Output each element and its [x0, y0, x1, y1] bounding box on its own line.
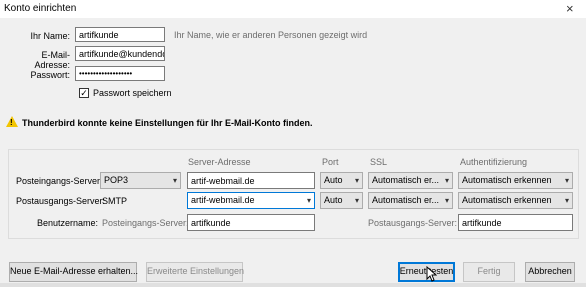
mouse-cursor-icon	[426, 266, 437, 282]
remember-password-checkbox[interactable]: ✓	[79, 88, 89, 98]
remember-password-label: Passwort speichern	[93, 88, 172, 98]
bottom-edge	[0, 283, 586, 287]
incoming-protocol-select[interactable]: POP3 ▾	[100, 172, 181, 189]
chevron-down-icon: ▾	[444, 176, 449, 185]
username-outgoing-input[interactable]: artifkunde	[458, 214, 573, 231]
close-icon[interactable]: ×	[566, 1, 574, 16]
password-label: Passwort:	[30, 70, 70, 80]
chevron-down-icon: ▾	[564, 196, 569, 205]
window-title: Konto einrichten	[4, 3, 77, 14]
incoming-server-address-input[interactable]: artif-webmail.de	[187, 172, 315, 189]
chevron-down-icon: ▾	[444, 196, 449, 205]
outgoing-server-address-combobox[interactable]: artif-webmail.de ▾	[187, 192, 315, 209]
header-server-address: Server-Adresse	[188, 157, 251, 167]
warning-exclamation: !	[10, 118, 13, 127]
outgoing-protocol-label: SMTP	[102, 196, 128, 206]
header-port: Port	[322, 157, 339, 167]
new-email-button[interactable]: Neue E-Mail-Adresse erhalten...	[9, 262, 138, 282]
warning-message: Thunderbird konnte keine Einstellungen f…	[22, 118, 313, 128]
email-label: E-Mail-Adresse:	[34, 50, 70, 70]
username-outgoing-label: Postausgangs-Server:	[368, 218, 458, 228]
incoming-ssl-select[interactable]: Automatisch er... ▾	[368, 172, 453, 189]
chevron-down-icon: ▾	[306, 196, 311, 205]
password-input[interactable]: •••••••••••••••••••	[75, 66, 165, 81]
name-label: Ihr Name:	[30, 31, 70, 41]
advanced-settings-button[interactable]: Erweiterte Einstellungen	[146, 262, 244, 282]
email-input[interactable]: artifkunde@kundendo	[75, 46, 165, 61]
incoming-auth-select[interactable]: Automatisch erkennen ▾	[458, 172, 573, 189]
incoming-port-select[interactable]: Auto ▾	[320, 172, 363, 189]
chevron-down-icon: ▾	[354, 176, 359, 185]
username-label: Benutzername:	[37, 218, 99, 228]
chevron-down-icon: ▾	[172, 176, 177, 185]
outgoing-server-label: Postausgangs-Server:	[16, 196, 106, 206]
title-bar	[0, 0, 586, 18]
outgoing-auth-select[interactable]: Automatisch erkennen ▾	[458, 192, 573, 209]
outgoing-ssl-select[interactable]: Automatisch er... ▾	[368, 192, 453, 209]
username-incoming-input[interactable]: artifkunde	[187, 214, 315, 231]
cancel-button[interactable]: Abbrechen	[525, 262, 575, 282]
done-button[interactable]: Fertig	[463, 262, 515, 282]
outgoing-port-select[interactable]: Auto ▾	[320, 192, 363, 209]
username-incoming-label: Posteingangs-Server:	[102, 218, 189, 228]
chevron-down-icon: ▾	[354, 196, 359, 205]
name-input[interactable]: artifkunde	[75, 27, 165, 42]
incoming-server-label: Posteingangs-Server:	[16, 176, 103, 186]
name-hint: Ihr Name, wie er anderen Personen gezeig…	[174, 30, 368, 40]
chevron-down-icon: ▾	[564, 176, 569, 185]
header-ssl: SSL	[370, 157, 388, 167]
header-auth: Authentifizierung	[460, 157, 528, 167]
